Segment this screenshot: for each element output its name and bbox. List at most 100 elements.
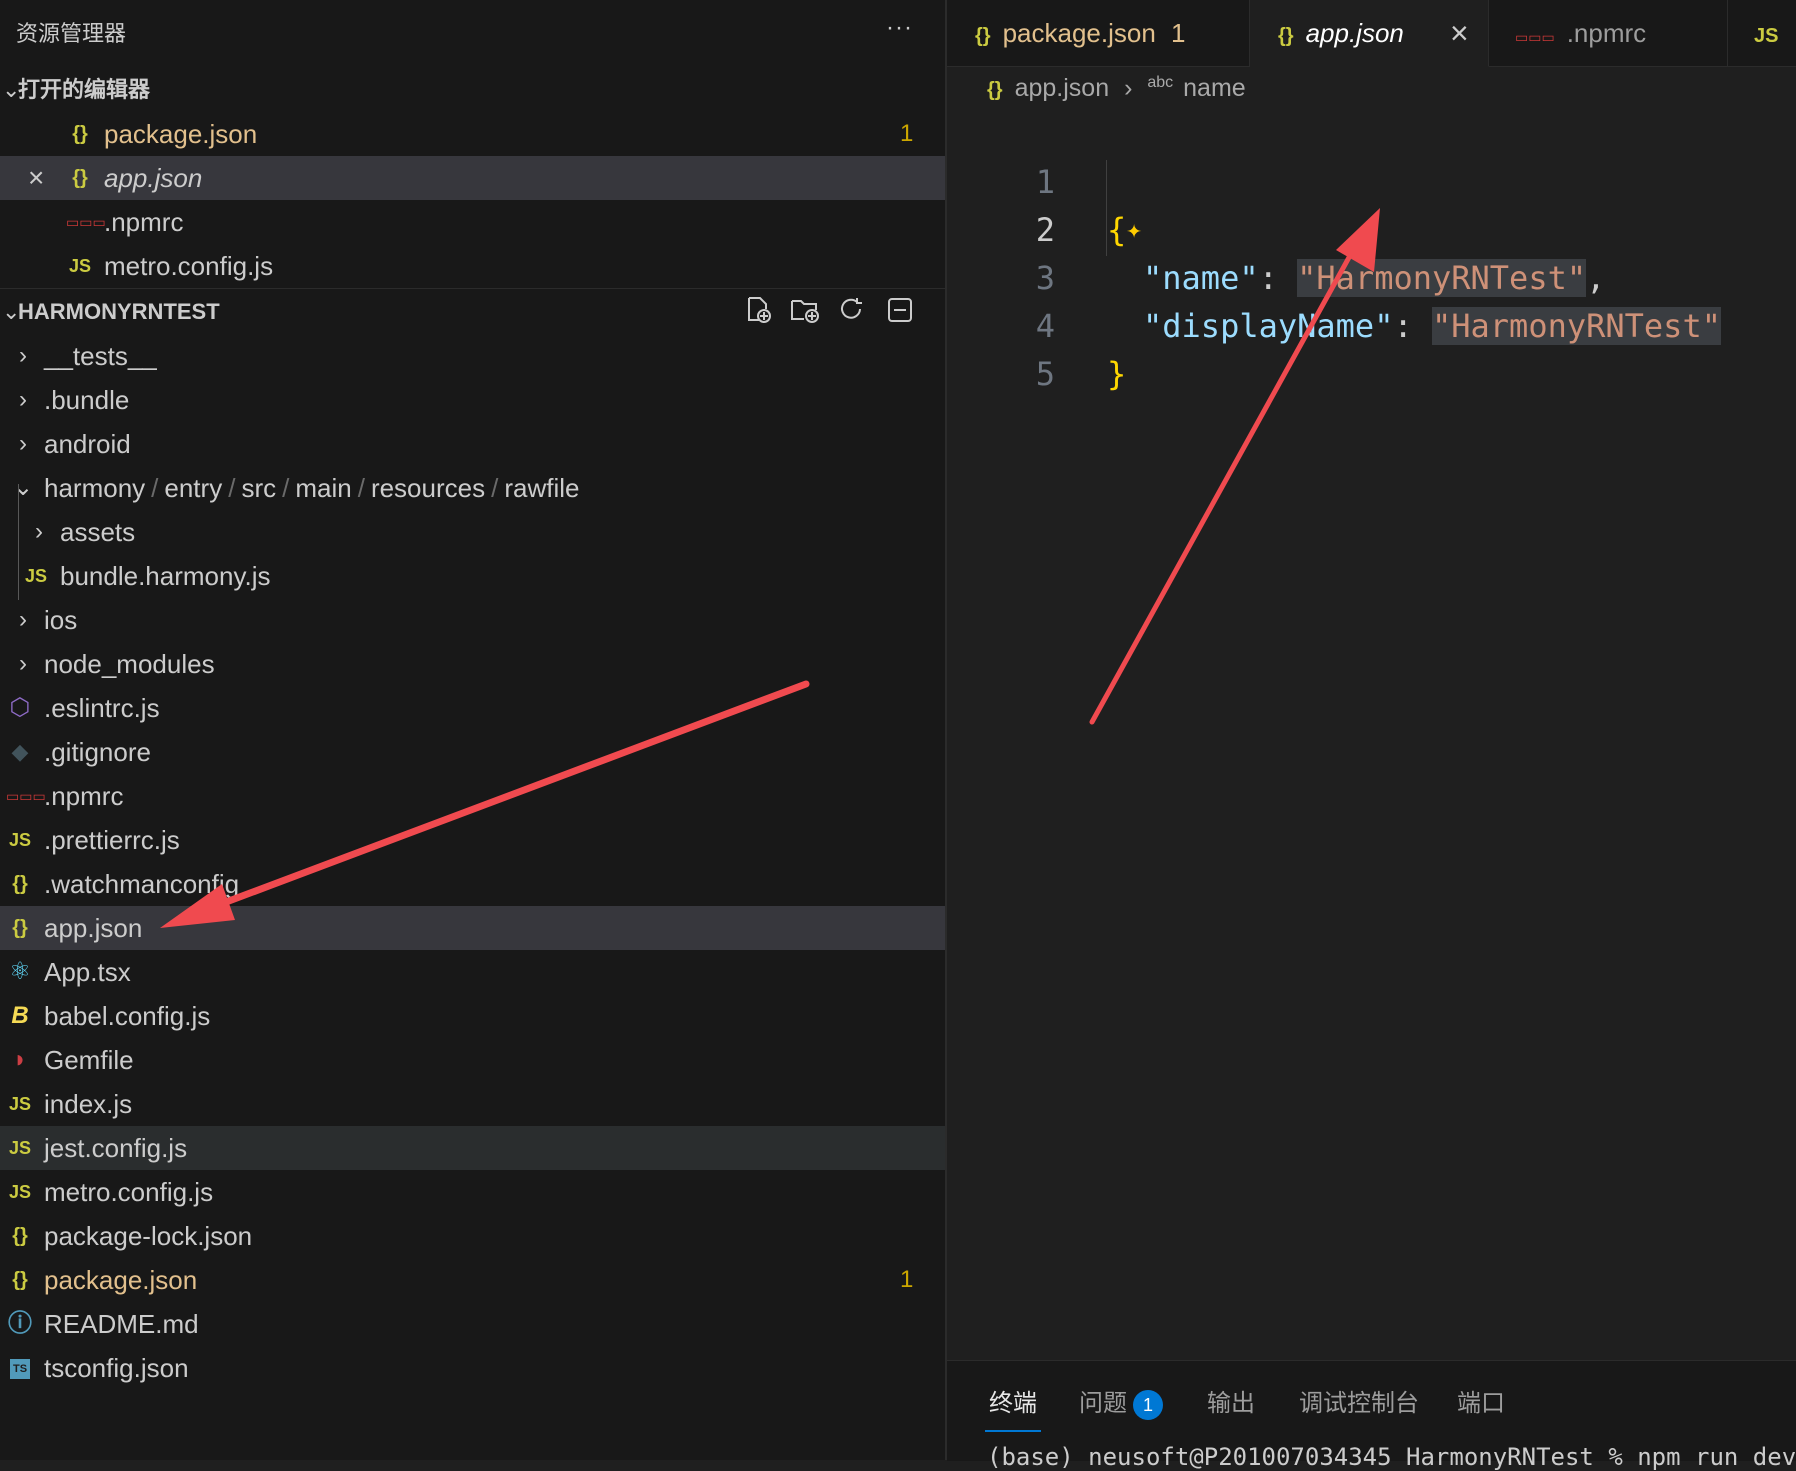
typescript-config-icon: TS (6, 1346, 34, 1390)
tree-file[interactable]: ⚛ App.tsx (0, 950, 945, 994)
react-icon: ⚛ (9, 958, 31, 985)
refresh-icon[interactable] (838, 296, 866, 324)
tree-folder[interactable]: › ios (0, 598, 945, 642)
tree-folder[interactable]: › .bundle (0, 378, 945, 422)
ruby-gem-icon: ◗ (12, 1046, 28, 1073)
tree-label: README.md (44, 1309, 199, 1339)
tab-npmrc[interactable]: ▭▭▭ .npmrc (1489, 0, 1728, 66)
tree-file[interactable]: ⓘ README.md (0, 1302, 945, 1346)
git-icon: ◆ (11, 739, 29, 764)
tree-folder[interactable]: › android (0, 422, 945, 466)
tab-overflow[interactable]: JS (1728, 0, 1796, 66)
open-editor-label: package.json (104, 119, 258, 149)
tree-file[interactable]: ▭▭▭ .npmrc (0, 774, 945, 818)
close-icon[interactable]: × (1450, 0, 1469, 66)
tree-file-selected[interactable]: {} app.json (0, 906, 945, 950)
path-segment[interactable]: src (241, 473, 276, 503)
chevron-down-icon: ⌄ (12, 474, 34, 501)
path-segment[interactable]: harmony (44, 473, 145, 503)
tree-label: app.json (44, 913, 143, 943)
json-file-icon: {} (12, 873, 28, 895)
tree-file[interactable]: JS index.js (0, 1082, 945, 1126)
tree-label: bundle.harmony.js (60, 561, 271, 591)
tree-file[interactable]: {} package-lock.json (0, 1214, 945, 1258)
panel-tab-ports[interactable]: 端口 (1457, 1383, 1505, 1418)
code-line: 1 {✦ (947, 110, 1142, 249)
json-string-value: "HarmonyRNTest" (1431, 307, 1721, 345)
tree-label: __tests__ (44, 341, 157, 371)
panel-tab-debug-console[interactable]: 调试控制台 (1299, 1383, 1419, 1418)
npm-file-icon: ▭▭▭ (66, 214, 106, 230)
js-file-icon: JS (8, 1094, 32, 1114)
tree-label: .watchmanconfig (44, 869, 240, 899)
tree-file[interactable]: ◗ Gemfile (0, 1038, 945, 1082)
open-editor-item[interactable]: ▭▭▭ .npmrc (0, 200, 945, 244)
path-segment[interactable]: rawfile (504, 473, 579, 503)
panel-tab-output[interactable]: 输出 (1207, 1383, 1255, 1418)
code-editor[interactable]: 1 {✦ 2 "name": "HarmonyRNTest", 3 "displ… (947, 110, 1796, 393)
code-line: 4 } (947, 254, 1127, 393)
js-file-icon: JS (8, 830, 32, 850)
open-editor-item[interactable]: {} package.json 1 (0, 112, 945, 156)
new-folder-icon[interactable] (790, 296, 820, 324)
tree-file[interactable]: JS metro.config.js (0, 1170, 945, 1214)
tree-folder[interactable]: › assets (0, 510, 945, 554)
tree-file[interactable]: TS tsconfig.json (0, 1346, 945, 1390)
chevron-right-icon: › (19, 606, 27, 633)
tree-folder[interactable]: › node_modules (0, 642, 945, 686)
tree-label: .npmrc (44, 781, 124, 811)
json-key: "displayName" (1143, 307, 1394, 345)
collapse-all-icon[interactable] (886, 296, 914, 324)
problem-count-badge: 1 (900, 1266, 914, 1293)
npm-file-icon: ▭▭▭ (6, 788, 46, 804)
breadcrumb-file[interactable]: app.json (1015, 74, 1110, 102)
path-segment[interactable]: resources (371, 473, 485, 503)
tab-package-json[interactable]: {} package.json 1 (947, 0, 1250, 66)
problem-count-badge: 1 (900, 120, 914, 147)
line-number: 5 (1035, 355, 1055, 393)
panel-tab-problems[interactable]: 问题 1 (1079, 1383, 1163, 1420)
new-file-icon[interactable] (744, 296, 772, 324)
tab-label: .npmrc (1566, 18, 1647, 48)
close-icon[interactable]: × (28, 156, 44, 200)
tree-file[interactable]: JS .prettierrc.js (0, 818, 945, 862)
chevron-right-icon: › (1124, 74, 1133, 102)
eslint-icon: ⬡ (9, 694, 31, 721)
more-actions-icon[interactable]: ··· (886, 14, 913, 42)
tree-file[interactable]: JS bundle.harmony.js (0, 554, 945, 598)
project-title: HARMONYRNTEST (18, 299, 220, 324)
json-file-icon: {} (975, 25, 991, 47)
tree-folder-expanded[interactable]: ⌄ harmony / entry / src / main / resources / rawfi… (0, 466, 945, 510)
sparkle-icon[interactable]: ✦ (1126, 215, 1142, 245)
close-brace: } (1107, 355, 1127, 393)
tab-app-json[interactable]: {} app.json × (1250, 0, 1489, 67)
tree-file[interactable]: ◆ .gitignore (0, 730, 945, 774)
tree-label: ios (44, 605, 78, 635)
code-line: 5 (947, 302, 1055, 393)
tree-file[interactable]: {} .watchmanconfig (0, 862, 945, 906)
tree-label: .eslintrc.js (44, 693, 160, 723)
json-file-icon: {} (72, 167, 88, 189)
path-segment[interactable]: main (295, 473, 351, 503)
open-editors-title: 打开的编辑器 (18, 77, 151, 102)
tree-folder[interactable]: › __tests__ (0, 334, 945, 378)
tree-label: babel.config.js (44, 1001, 211, 1031)
tree-label: tsconfig.json (44, 1353, 189, 1383)
tree-file[interactable]: ⬡ .eslintrc.js (0, 686, 945, 730)
open-editor-item-active[interactable]: × {} app.json (0, 156, 945, 200)
breadcrumb-symbol[interactable]: name (1183, 74, 1246, 102)
terminal-output[interactable]: (base) neusoft@P201007034345 HarmonyRNTe… (987, 1443, 1796, 1471)
tree-label: index.js (44, 1089, 133, 1119)
path-segment[interactable]: entry (164, 473, 222, 503)
chevron-down-icon: ⌄ (2, 299, 21, 324)
open-editor-item[interactable]: JS metro.config.js (0, 244, 945, 288)
tree-file[interactable]: B babel.config.js (0, 994, 945, 1038)
js-file-icon: JS (68, 256, 92, 276)
open-editors-section-header[interactable]: ⌄打开的编辑器 (0, 70, 945, 110)
panel-tab-terminal[interactable]: 终端 (985, 1383, 1041, 1432)
tree-file[interactable]: {} package.json 1 (0, 1258, 945, 1302)
json-string-value: "HarmonyRNTest" (1297, 259, 1587, 297)
js-file-icon: JS (8, 1138, 32, 1158)
bottom-panel: 终端 问题 1 输出 调试控制台 端口 (base) neusoft@P20100… (947, 1360, 1796, 1471)
tree-file[interactable]: JS jest.config.js (0, 1126, 945, 1170)
